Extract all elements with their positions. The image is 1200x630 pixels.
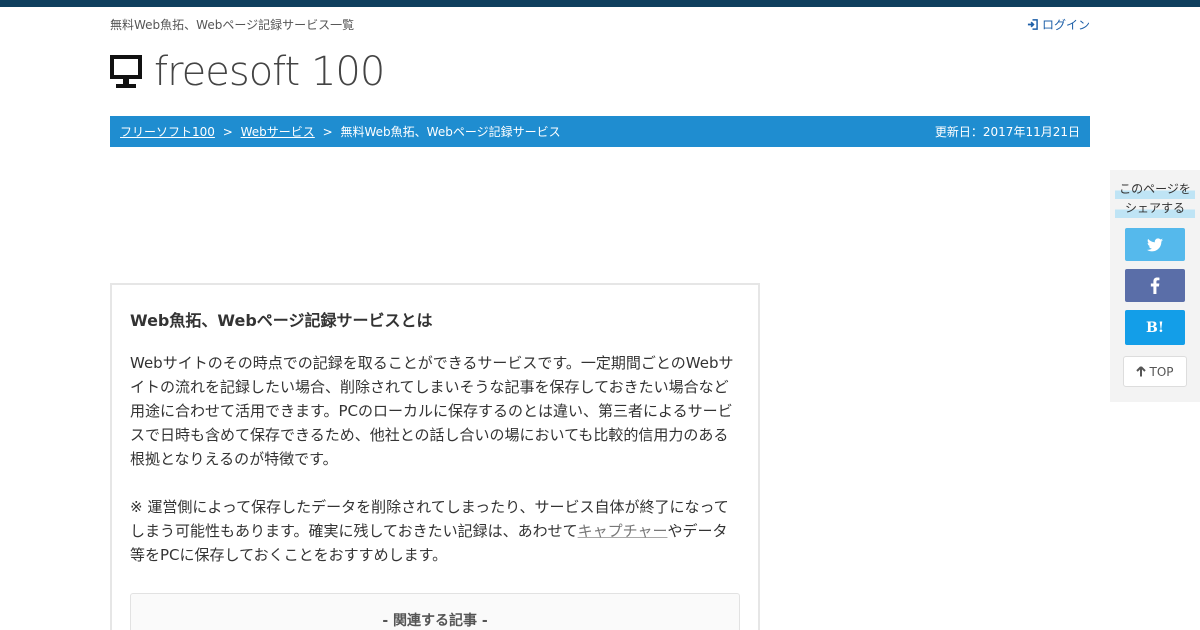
breadcrumb-separator: > — [222, 125, 233, 139]
breadcrumb: フリーソフト100 > Webサービス > 無料Web魚拓、Webページ記録サー… — [110, 116, 1090, 147]
top-label: TOP — [1149, 364, 1174, 379]
arrow-up-icon — [1136, 366, 1147, 377]
top-accent-bar — [0, 0, 1200, 7]
facebook-share-button[interactable] — [1125, 269, 1185, 302]
login-label: ログイン — [1041, 18, 1090, 32]
related-articles-title: - 関連する記事 - — [382, 613, 488, 629]
breadcrumb-home[interactable]: フリーソフト100 — [120, 125, 215, 139]
facebook-f-icon — [1150, 277, 1160, 294]
share-title-line2: シェアする — [1115, 199, 1195, 218]
article-paragraph-intro: Webサイトのその時点での記録を取ることができるサービスです。一定期間ごとのWe… — [130, 354, 734, 468]
twitter-bird-icon — [1147, 237, 1163, 251]
share-panel: このページを シェアする B! TOP — [1110, 170, 1200, 402]
back-to-top-button[interactable]: TOP — [1123, 356, 1187, 387]
capture-link[interactable]: キャプチャー — [578, 522, 668, 540]
site-tagline: 無料Web魚拓、Webページ記録サービス一覧 — [110, 18, 355, 32]
logo-text: freesoft 100 — [154, 49, 385, 95]
breadcrumb-current: 無料Web魚拓、Webページ記録サービス — [340, 125, 561, 139]
share-title-line1: このページを — [1115, 180, 1195, 199]
breadcrumb-category[interactable]: Webサービス — [241, 125, 315, 139]
breadcrumb-separator: > — [322, 125, 333, 139]
breadcrumb-trail: フリーソフト100 > Webサービス > 無料Web魚拓、Webページ記録サー… — [120, 123, 561, 140]
share-title: このページを シェアする — [1115, 180, 1195, 218]
updated-date: 更新日：2017年11月21日 — [934, 125, 1080, 139]
article-title: Web魚拓、Webページ記録サービスとは — [130, 311, 433, 330]
twitter-share-button[interactable] — [1125, 228, 1185, 261]
article-paragraph-note: ※ 運営側によって保存したデータを削除されてしまったり、サービス自体が終了になっ… — [130, 495, 740, 567]
site-logo[interactable]: freesoft 100 — [110, 49, 385, 95]
monitor-icon — [110, 55, 142, 88]
login-link[interactable]: ログイン — [1027, 16, 1090, 33]
article-card: Web魚拓、Webページ記録サービスとは Webサイトのその時点での記録を取るこ… — [110, 283, 760, 630]
hatena-bookmark-button[interactable]: B! — [1125, 310, 1185, 345]
sign-in-icon — [1027, 19, 1038, 30]
related-articles-box: - 関連する記事 - — [130, 593, 740, 630]
